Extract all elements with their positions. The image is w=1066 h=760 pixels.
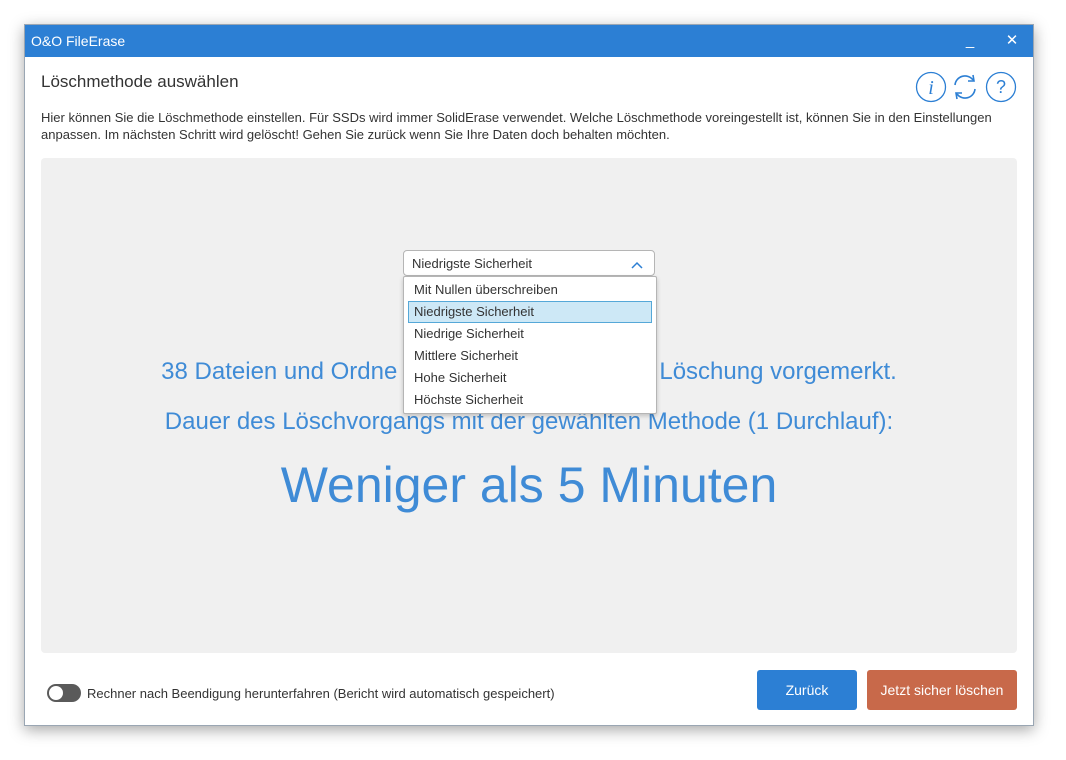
page-title: Löschmethode auswählen [41, 72, 239, 91]
erase-method-dropdown: Mit Nullen überschreiben Niedrigste Sich… [403, 276, 657, 414]
shutdown-toggle[interactable] [47, 684, 81, 702]
chevron-up-icon [630, 258, 644, 270]
option-highest-security[interactable]: Höchste Sicherheit [408, 389, 652, 411]
minimize-button[interactable]: _ [955, 29, 985, 53]
files-count-text-right: Löschung vorgemerkt. [659, 358, 897, 385]
title-bar[interactable]: O&O FileErase _ ✕ [25, 25, 1033, 57]
close-button[interactable]: ✕ [997, 29, 1027, 53]
erase-method-value: Niedrigste Sicherheit [412, 256, 532, 271]
files-count-text-left: 38 Dateien und Ordne [161, 358, 398, 385]
duration-value: Weniger als 5 Minuten [280, 457, 778, 513]
help-icon[interactable]: ? [985, 71, 1017, 103]
erase-now-button[interactable]: Jetzt sicher löschen [867, 670, 1017, 710]
description-text: Hier können Sie die Löschmethode einstel… [41, 110, 992, 142]
svg-text:?: ? [996, 77, 1006, 97]
refresh-icon[interactable] [949, 71, 981, 103]
app-window: O&O FileErase _ ✕ Löschmethode auswählen… [24, 24, 1034, 726]
toggle-knob [49, 686, 63, 700]
erase-method-select[interactable]: Niedrigste Sicherheit [403, 250, 655, 276]
back-button[interactable]: Zurück [757, 670, 857, 710]
option-lowest-security[interactable]: Niedrigste Sicherheit [408, 301, 652, 323]
summary-panel: 38 Dateien und Ordne Löschung vorgemerkt.… [41, 158, 1017, 653]
svg-text:i: i [928, 77, 934, 99]
option-low-security[interactable]: Niedrige Sicherheit [408, 323, 652, 345]
shutdown-label: Rechner nach Beendigung herunterfahren (… [87, 686, 555, 701]
option-zero-overwrite[interactable]: Mit Nullen überschreiben [408, 279, 652, 301]
info-icon[interactable]: i [915, 71, 947, 103]
option-medium-security[interactable]: Mittlere Sicherheit [408, 345, 652, 367]
option-high-security[interactable]: Hohe Sicherheit [408, 367, 652, 389]
window-title: O&O FileErase [31, 33, 126, 49]
